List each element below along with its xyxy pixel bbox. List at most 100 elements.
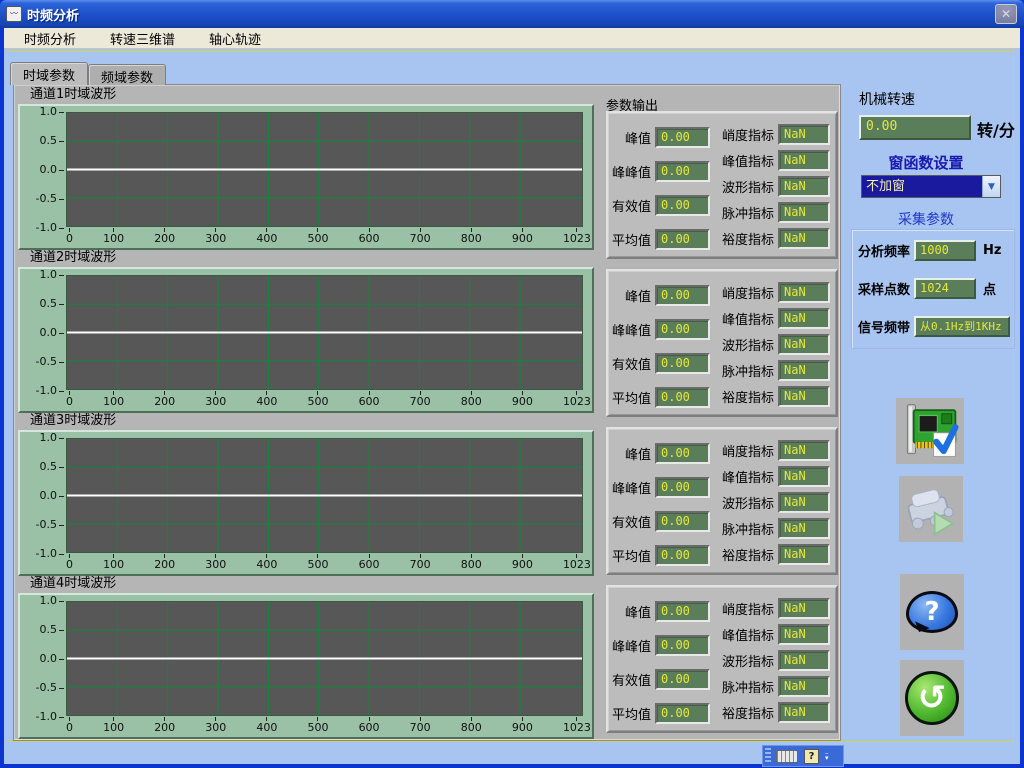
y-tick: 0.0 xyxy=(40,652,65,665)
chart-title: 通道2时域波形 xyxy=(18,250,594,267)
x-tick: 500 xyxy=(307,228,328,248)
x-axis: 0 100 200 300 400 500 600 700 800 900 10… xyxy=(66,553,591,574)
clearance-index-value: NaN xyxy=(778,386,830,407)
tab-time-domain[interactable]: 时域参数 xyxy=(10,62,88,85)
tab-frequency-domain[interactable]: 频域参数 xyxy=(88,64,166,85)
y-tick: -0.5 xyxy=(36,681,64,694)
peak-label: 峰值 xyxy=(608,602,651,621)
y-tick: 0.0 xyxy=(40,489,65,502)
param-group-left: 峰值0.00 峰峰值0.00 有效值0.00 平均值0.00 xyxy=(608,443,711,566)
kurtosis-index-label: 峭度指标 xyxy=(712,125,774,144)
mean-value: 0.00 xyxy=(655,387,710,408)
analysis-frequency-unit: Hz xyxy=(983,243,1001,258)
grid-and-waveform xyxy=(67,439,582,552)
x-tick: 900 xyxy=(512,391,533,411)
x-tick: 1023 xyxy=(563,554,591,574)
machine-speed-unit: 转/分 xyxy=(977,117,1015,141)
param-group-left: 峰值0.00 峰峰值0.00 有效值0.00 平均值0.00 xyxy=(608,601,711,724)
sample-points-field[interactable]: 1024 xyxy=(914,278,976,299)
x-tick: 600 xyxy=(359,228,380,248)
tab-strip: 时域参数 频域参数 xyxy=(10,62,166,85)
shape-index-label: 波形指标 xyxy=(712,335,774,354)
clearance-index-label: 裕度指标 xyxy=(712,703,774,722)
help-icon[interactable]: ? xyxy=(804,749,819,764)
menu-bar: 时频分析 转速三维谱 轴心轨迹 xyxy=(4,28,1020,49)
help-button[interactable]: ? xyxy=(900,574,964,650)
param-group: 峰值0.00 峰峰值0.00 有效值0.00 平均值0.00 峭度指标NaN 峰… xyxy=(606,111,838,259)
close-button[interactable]: ✕ xyxy=(995,4,1017,24)
x-tick: 200 xyxy=(154,391,175,411)
chart-frame: 1.0 0.5 0.0 -0.5 -1.0 xyxy=(18,267,594,413)
y-tick: 1.0 xyxy=(40,105,65,118)
crest-index-label: 峰值指标 xyxy=(712,151,774,170)
y-axis: 1.0 0.5 0.0 -0.5 -1.0 xyxy=(20,105,66,234)
x-tick: 800 xyxy=(461,554,482,574)
expand-icon[interactable]: ▾ xyxy=(825,756,829,761)
mean-label: 平均值 xyxy=(608,704,651,723)
peak-to-peak-label: 峰峰值 xyxy=(608,320,651,339)
shape-index-value: NaN xyxy=(778,492,830,513)
x-tick: 900 xyxy=(512,554,533,574)
peak-to-peak-label: 峰峰值 xyxy=(608,478,651,497)
kurtosis-index-label: 峭度指标 xyxy=(712,283,774,302)
crest-index-value: NaN xyxy=(778,466,830,487)
keyboard-icon[interactable] xyxy=(776,750,798,763)
grid-and-waveform xyxy=(67,602,582,715)
shape-index-value: NaN xyxy=(778,334,830,355)
y-axis: 1.0 0.5 0.0 -0.5 -1.0 xyxy=(20,268,66,397)
plot-area xyxy=(66,438,583,553)
x-tick: 200 xyxy=(154,228,175,248)
device-disabled-button[interactable] xyxy=(899,476,963,542)
waveform-chart: 通道1时域波形 1.0 0.5 0.0 -0.5 -1.0 xyxy=(18,87,594,250)
analysis-frequency-field[interactable]: 1000 xyxy=(914,240,976,261)
clearance-index-value: NaN xyxy=(778,702,830,723)
param-group: 峰值0.00 峰峰值0.00 有效值0.00 平均值0.00 峭度指标NaN 峰… xyxy=(606,585,838,733)
x-tick: 100 xyxy=(103,554,124,574)
chart-title: 通道3时域波形 xyxy=(18,413,594,430)
machine-speed-label: 机械转速 xyxy=(859,89,915,109)
rms-label: 有效值 xyxy=(608,670,651,689)
mean-label: 平均值 xyxy=(608,388,651,407)
crest-index-label: 峰值指标 xyxy=(712,309,774,328)
waveform-chart: 通道2时域波形 1.0 0.5 0.0 -0.5 -1.0 xyxy=(18,250,594,413)
mean-value: 0.00 xyxy=(655,545,710,566)
param-group: 峰值0.00 峰峰值0.00 有效值0.00 平均值0.00 峭度指标NaN 峰… xyxy=(606,269,838,417)
device-check-button[interactable] xyxy=(896,398,964,464)
tab-page-time-domain: 通道1时域波形 1.0 0.5 0.0 -0.5 -1.0 xyxy=(13,84,841,741)
menu-item-shaft-orbit[interactable]: 轴心轨迹 xyxy=(195,27,275,50)
x-tick: 500 xyxy=(307,554,328,574)
drag-handle[interactable] xyxy=(765,748,771,764)
mean-value: 0.00 xyxy=(655,703,710,724)
peak-to-peak-value: 0.00 xyxy=(655,477,710,498)
x-tick: 800 xyxy=(461,228,482,248)
menu-item-time-frequency[interactable]: 时频分析 xyxy=(10,27,90,50)
language-bar[interactable]: ? –▾ xyxy=(762,745,844,767)
langbar-arrows[interactable]: –▾ xyxy=(825,751,829,761)
waveform-chart: 通道3时域波形 1.0 0.5 0.0 -0.5 -1.0 xyxy=(18,413,594,576)
x-tick: 1023 xyxy=(563,391,591,411)
impulse-index-value: NaN xyxy=(778,518,830,539)
clearance-index-label: 裕度指标 xyxy=(712,387,774,406)
crest-index-value: NaN xyxy=(778,624,830,645)
y-tick: 0.0 xyxy=(40,326,65,339)
menu-item-speed-3d-spectrum[interactable]: 转速三维谱 xyxy=(96,27,189,50)
x-tick: 400 xyxy=(256,391,277,411)
x-tick: 200 xyxy=(154,554,175,574)
window-function-dropdown[interactable]: 不加窗 ▼ xyxy=(861,175,1001,198)
acquisition-params-box: 分析频率 1000 Hz 采样点数 1024 点 信号频带 从0.1Hz到1KH… xyxy=(851,229,1015,349)
x-tick: 300 xyxy=(205,717,226,737)
impulse-index-label: 脉冲指标 xyxy=(712,203,774,222)
shape-index-value: NaN xyxy=(778,176,830,197)
refresh-button[interactable]: ↺ xyxy=(900,660,964,736)
right-panel: 机械转速 0.00 转/分 窗函数设置 不加窗 ▼ 采集参数 分析频率 1000… xyxy=(845,49,1020,764)
y-tick: -0.5 xyxy=(36,518,64,531)
peak-value: 0.00 xyxy=(655,443,710,464)
crest-index-label: 峰值指标 xyxy=(712,467,774,486)
x-axis: 0 100 200 300 400 500 600 700 800 900 10… xyxy=(66,716,591,737)
clearance-index-value: NaN xyxy=(778,228,830,249)
kurtosis-index-value: NaN xyxy=(778,440,830,461)
chevron-down-icon[interactable]: ▼ xyxy=(982,176,1000,197)
x-tick: 200 xyxy=(154,717,175,737)
x-tick: 0 xyxy=(66,228,73,248)
param-group-right: 峭度指标NaN 峰值指标NaN 波形指标NaN 脉冲指标NaN 裕度指标NaN xyxy=(712,440,836,565)
